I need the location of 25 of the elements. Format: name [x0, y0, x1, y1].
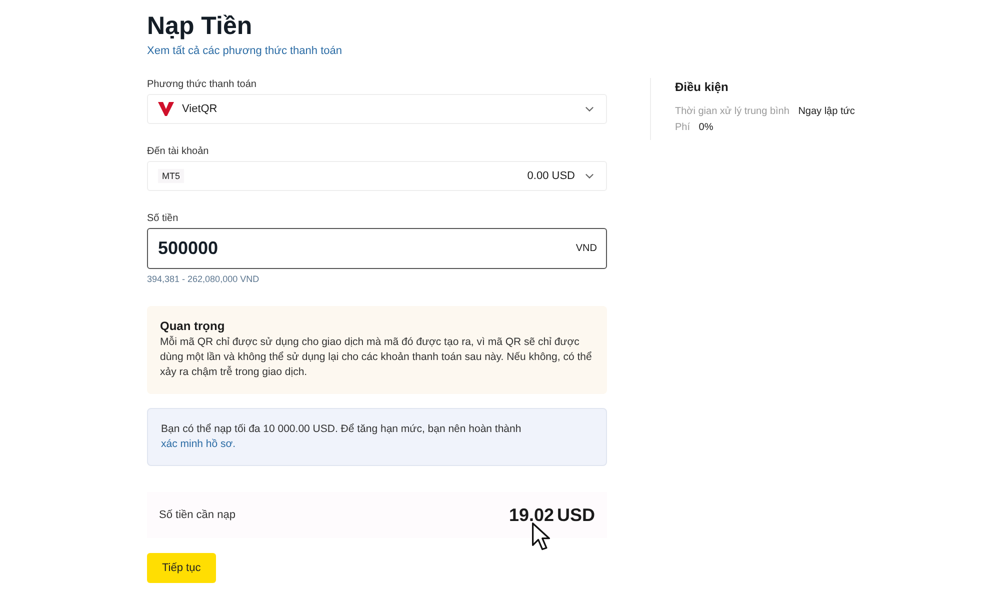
- limit-text: Bạn có thể nạp tối đa 10 000.00 USD. Để tăng hạn mức, bạn nên hoàn thành xác minh hồ sơ.: [161, 422, 522, 452]
- total-amount: 19.02: [508, 504, 554, 526]
- condition-label: Thời gian xử lý trung bình: [675, 106, 790, 117]
- condition-value: 0%: [698, 122, 714, 133]
- page-title: Nạp Tiền: [147, 12, 252, 41]
- amount-range-hint: 394,381 - 262,080,000 VND: [147, 274, 260, 284]
- payment-method-select[interactable]: VietQR: [147, 94, 607, 124]
- verify-profile-link[interactable]: xác minh hồ sơ.: [161, 438, 236, 450]
- field-label: Phương thức thanh toán: [147, 79, 256, 90]
- continue-button[interactable]: Tiếp tục: [147, 553, 216, 583]
- chevron-down-icon: [585, 173, 594, 179]
- conditions-title: Điều kiện: [675, 80, 730, 94]
- payment-methods-link[interactable]: Xem tất cả các phương thức thanh toán: [147, 45, 342, 57]
- chevron-down-icon: [585, 106, 594, 112]
- condition-label: Phí: [675, 122, 690, 133]
- field-label: Số tiền: [147, 213, 178, 224]
- condition-value: Ngay lập tức: [798, 106, 855, 117]
- field-label: Đến tài khoản: [147, 146, 209, 157]
- currency-label: VND: [576, 243, 597, 254]
- notice-title: Quan trọng: [160, 319, 226, 333]
- notice-text: Mỗi mã QR chỉ được sử dụng cho giao dịch mà mã đó được tạo ra, vì mã QR sẽ chỉ được dùng một lần và không thể sử dụng lại cho các khoản thanh toán sau này. Nếu không, có thể xảy ra chậm trễ trong giao dịch.: [160, 335, 593, 380]
- total-label: Số tiền cần nạp: [159, 509, 236, 521]
- v-logo-icon: [158, 102, 174, 116]
- account-select[interactable]: MT5 0.00 USD: [147, 161, 607, 191]
- total-currency: USD: [556, 504, 595, 526]
